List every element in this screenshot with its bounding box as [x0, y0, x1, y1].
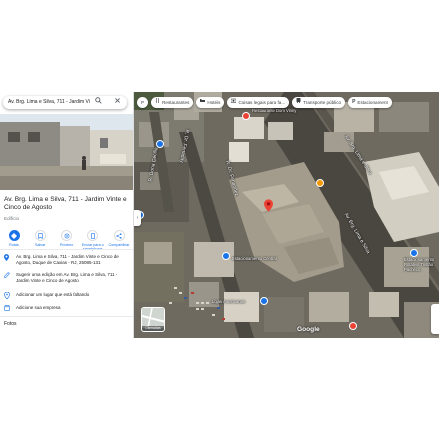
location-pin-icon[interactable]	[264, 199, 273, 217]
nearby-icon	[61, 230, 72, 241]
chip-label: Estacionament	[357, 100, 388, 105]
satellite-imagery	[134, 92, 439, 338]
add-missing-place-row[interactable]: Adicionar um lugar que está faltando	[4, 291, 130, 301]
chip-truncated-icon: P	[141, 100, 145, 105]
business-icon	[4, 305, 16, 313]
edit-icon	[4, 272, 16, 284]
poi-label[interactable]: Restaurante Dom Vinny	[252, 108, 314, 114]
pharmacy-poi-icon[interactable]	[349, 322, 357, 330]
add-place-icon	[4, 291, 16, 301]
transit-poi-icon[interactable]	[156, 140, 164, 148]
transit-poi-icon[interactable]	[410, 249, 418, 257]
close-icon[interactable]	[114, 96, 121, 109]
chip-collapsed[interactable]: P	[137, 97, 149, 108]
share-icon	[113, 230, 125, 241]
satellite-map[interactable]: Av. Brg. Lima e Silva Av. Brg. Lima e Si…	[134, 92, 439, 338]
chip-restaurants[interactable]: Restaurantes	[151, 97, 194, 108]
place-type: Edifício	[4, 216, 20, 221]
add-business-row[interactable]: Adicione sua empresa	[4, 305, 130, 313]
chip-parking[interactable]: P Estacionament	[348, 97, 392, 108]
nearby-label: Próximo	[59, 243, 74, 247]
share-label: Compartilhar	[108, 243, 130, 247]
bookmark-icon	[34, 230, 46, 241]
divider	[0, 249, 133, 250]
save-button[interactable]: Salvar	[28, 230, 52, 254]
poi-label[interactable]: Estacionamento Central	[232, 256, 282, 262]
chip-things-to-do[interactable]: Coisas legais para fa...	[227, 97, 290, 108]
add-business-text: Adicione sua empresa	[16, 305, 61, 310]
layers-button[interactable]: Camadas	[141, 307, 165, 332]
poi-label[interactable]: Estacionamento Rotativo Tristão Pacheco	[404, 257, 438, 272]
place-poi-icon[interactable]	[316, 179, 324, 187]
google-logo: Google	[297, 326, 320, 333]
suggest-edit-row[interactable]: Sugerir uma edição em Av. Brg. Lima e Si…	[4, 272, 130, 284]
chip-label: Coisas legais para fa...	[238, 100, 286, 105]
street-view-photo[interactable]	[0, 114, 133, 190]
send-to-phone-label: Enviar para o smartphone	[81, 243, 104, 251]
share-button[interactable]: Compartilhar	[107, 230, 131, 254]
nearby-button[interactable]: Próximo	[55, 230, 79, 254]
action-row: Rotas Salvar Próximo Enviar para o smart…	[2, 230, 131, 254]
layers-label: Camadas	[142, 326, 164, 331]
chip-label: Restaurantes	[162, 100, 190, 105]
restaurant-poi-icon[interactable]	[242, 112, 250, 120]
chip-label: Transporte público	[303, 100, 342, 105]
transit-icon	[296, 97, 301, 108]
address-row[interactable]: Av. Brg. Lima e Silva, 711 - Jardim Vint…	[4, 254, 130, 266]
maps-window: Av. Brg. Lima e Silva, 711 - Jardim Vi A…	[0, 92, 439, 338]
chevron-left-icon: ‹	[136, 215, 139, 221]
send-to-phone-button[interactable]: Enviar para o smartphone	[81, 230, 105, 254]
save-label: Salvar	[35, 243, 46, 247]
search-icon[interactable]	[95, 96, 102, 109]
location-pin-icon	[4, 254, 16, 266]
search-box[interactable]: Av. Brg. Lima e Silva, 711 - Jardim Vi	[3, 96, 127, 109]
directions-button[interactable]: Rotas	[2, 230, 26, 254]
add-missing-place-text: Adicionar um lugar que está faltando	[16, 292, 90, 297]
phone-icon	[87, 230, 99, 241]
directions-label: Rotas	[9, 243, 19, 247]
directions-icon	[8, 230, 20, 241]
divider	[0, 316, 133, 317]
parking-icon: P	[352, 99, 356, 105]
place-panel: Av. Brg. Lima e Silva, 711 - Jardim Vi A…	[0, 92, 134, 338]
shopping-poi-icon[interactable]	[260, 297, 268, 305]
address-text: Av. Brg. Lima e Silva, 711 - Jardim Vint…	[16, 254, 119, 265]
place-title: Av. Brg. Lima e Silva, 711 - Jardim Vint…	[4, 196, 127, 211]
poi-label[interactable]: Lojas Americanas	[212, 299, 258, 305]
search-input[interactable]: Av. Brg. Lima e Silva, 711 - Jardim Vi	[8, 96, 94, 109]
camera-icon	[231, 97, 237, 108]
parking-poi-icon[interactable]	[222, 252, 230, 260]
category-chips: P Restaurantes Hotéis Coisas legais para…	[137, 97, 392, 108]
restaurant-icon	[155, 97, 160, 108]
chip-transit[interactable]: Transporte público	[292, 97, 346, 108]
suggest-edit-text: Sugerir uma edição em Av. Brg. Lima e Si…	[16, 272, 118, 283]
photos-heading: Fotos	[4, 321, 17, 327]
chip-hotels[interactable]: Hotéis	[196, 97, 225, 108]
map-thumbnail	[142, 308, 164, 329]
hotel-icon	[200, 97, 206, 108]
map-controls-edge[interactable]	[431, 304, 439, 334]
chip-label: Hotéis	[207, 100, 221, 105]
collapse-panel-button[interactable]: ‹	[134, 210, 141, 226]
